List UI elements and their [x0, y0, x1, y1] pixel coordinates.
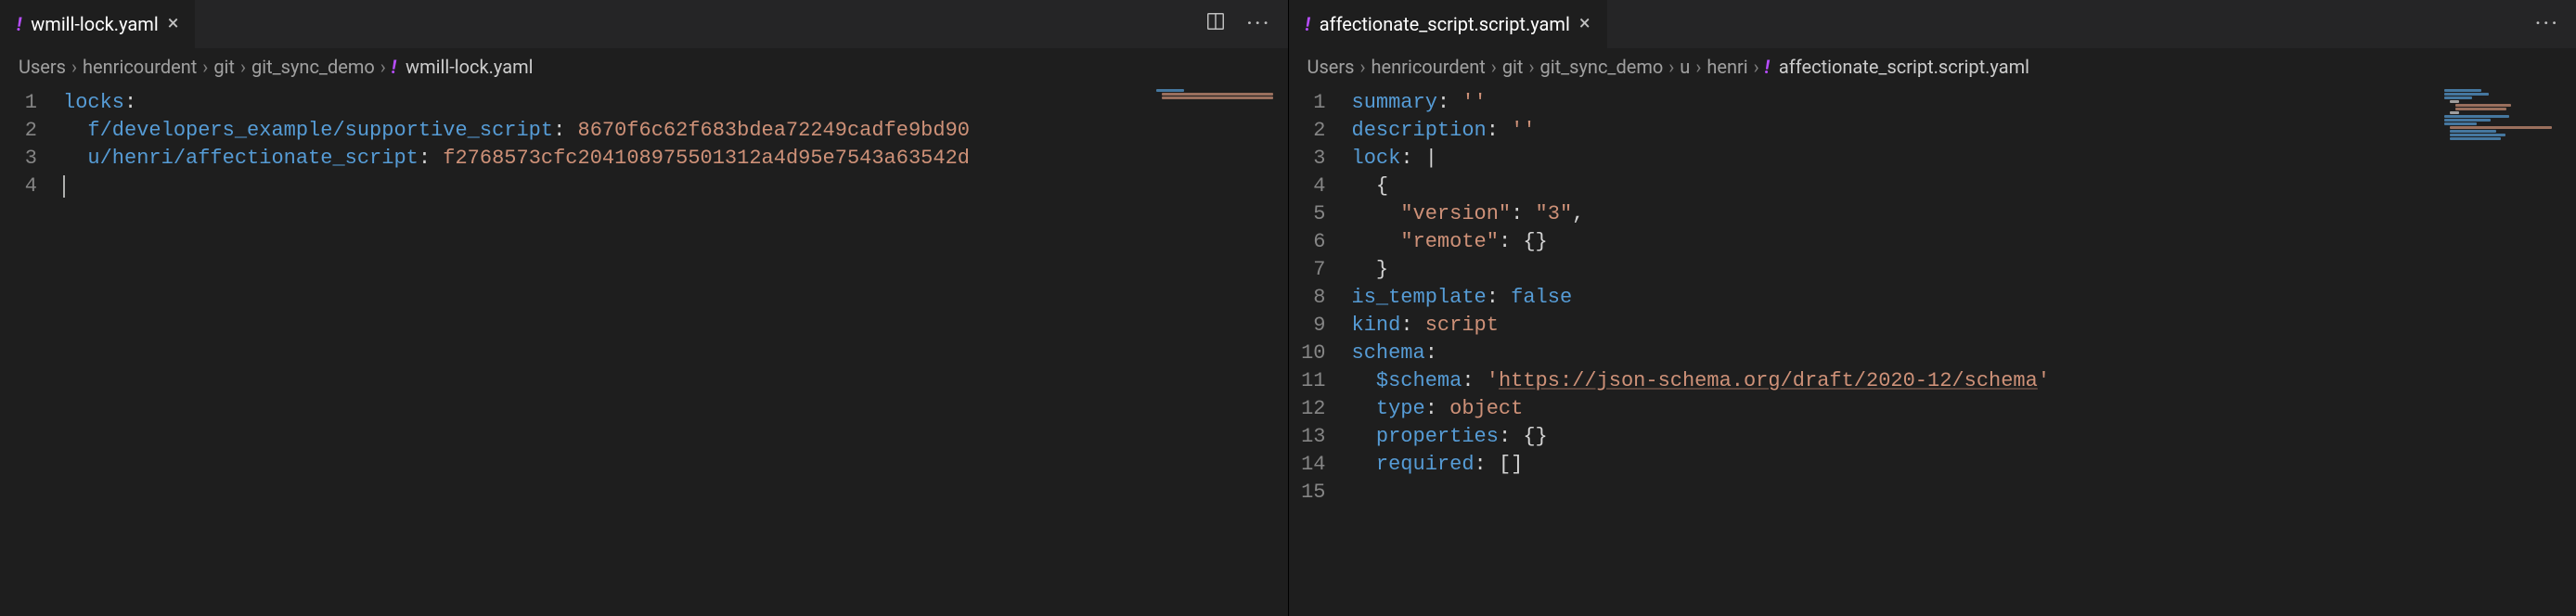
right-breadcrumb: Users› henricourdent› git› git_sync_demo… [1289, 48, 2576, 85]
tab-affectionate-script[interactable]: ! affectionate_script.script.yaml × [1289, 0, 1608, 48]
right-code[interactable]: summary: ''description: ''lock: | { "ver… [1352, 85, 2438, 616]
crumb[interactable]: Users [1307, 56, 1355, 78]
yaml-icon: ! [17, 13, 21, 35]
crumb-file[interactable]: affectionate_script.script.yaml [1779, 56, 2029, 78]
left-minimap[interactable] [1149, 85, 1288, 616]
left-pane: ! wmill-lock.yaml × ··· Users› henricour… [0, 0, 1288, 616]
tab-wmill-lock[interactable]: ! wmill-lock.yaml × [0, 0, 196, 48]
left-editor[interactable]: 1234 locks: f/developers_example/support… [0, 85, 1288, 616]
yaml-icon: ! [392, 56, 396, 78]
crumb[interactable]: henricourdent [83, 56, 197, 78]
crumb[interactable]: henri [1707, 56, 1747, 78]
crumb[interactable]: git_sync_demo [1539, 56, 1663, 78]
crumb[interactable]: git_sync_demo [251, 56, 375, 78]
split-editor-icon[interactable] [1205, 11, 1226, 37]
close-icon[interactable]: × [168, 14, 179, 34]
right-tabbar: ! affectionate_script.script.yaml × ··· [1289, 0, 2576, 48]
more-actions-icon[interactable]: ··· [1246, 10, 1270, 38]
tab-title: affectionate_script.script.yaml [1320, 13, 1570, 35]
left-code[interactable]: locks: f/developers_example/supportive_s… [63, 85, 1149, 616]
crumb[interactable]: u [1680, 56, 1690, 78]
crumb-file[interactable]: wmill-lock.yaml [406, 56, 533, 78]
left-gutter: 1234 [0, 85, 63, 616]
right-minimap[interactable] [2437, 85, 2576, 616]
tab-title: wmill-lock.yaml [31, 13, 158, 35]
right-pane: ! affectionate_script.script.yaml × ··· … [1288, 0, 2576, 616]
left-breadcrumb: Users› henricourdent› git› git_sync_demo… [0, 48, 1288, 85]
yaml-icon: ! [1306, 13, 1310, 35]
right-gutter: 123456789101112131415 [1289, 85, 1352, 616]
crumb[interactable]: Users [19, 56, 66, 78]
left-tabbar: ! wmill-lock.yaml × ··· [0, 0, 1288, 48]
more-actions-icon[interactable]: ··· [2535, 10, 2559, 38]
crumb[interactable]: git [213, 56, 235, 78]
crumb[interactable]: git [1502, 56, 1524, 78]
crumb[interactable]: henricourdent [1372, 56, 1486, 78]
yaml-icon: ! [1765, 56, 1770, 78]
right-editor[interactable]: 123456789101112131415 summary: ''descrip… [1289, 85, 2576, 616]
close-icon[interactable]: × [1579, 14, 1591, 34]
